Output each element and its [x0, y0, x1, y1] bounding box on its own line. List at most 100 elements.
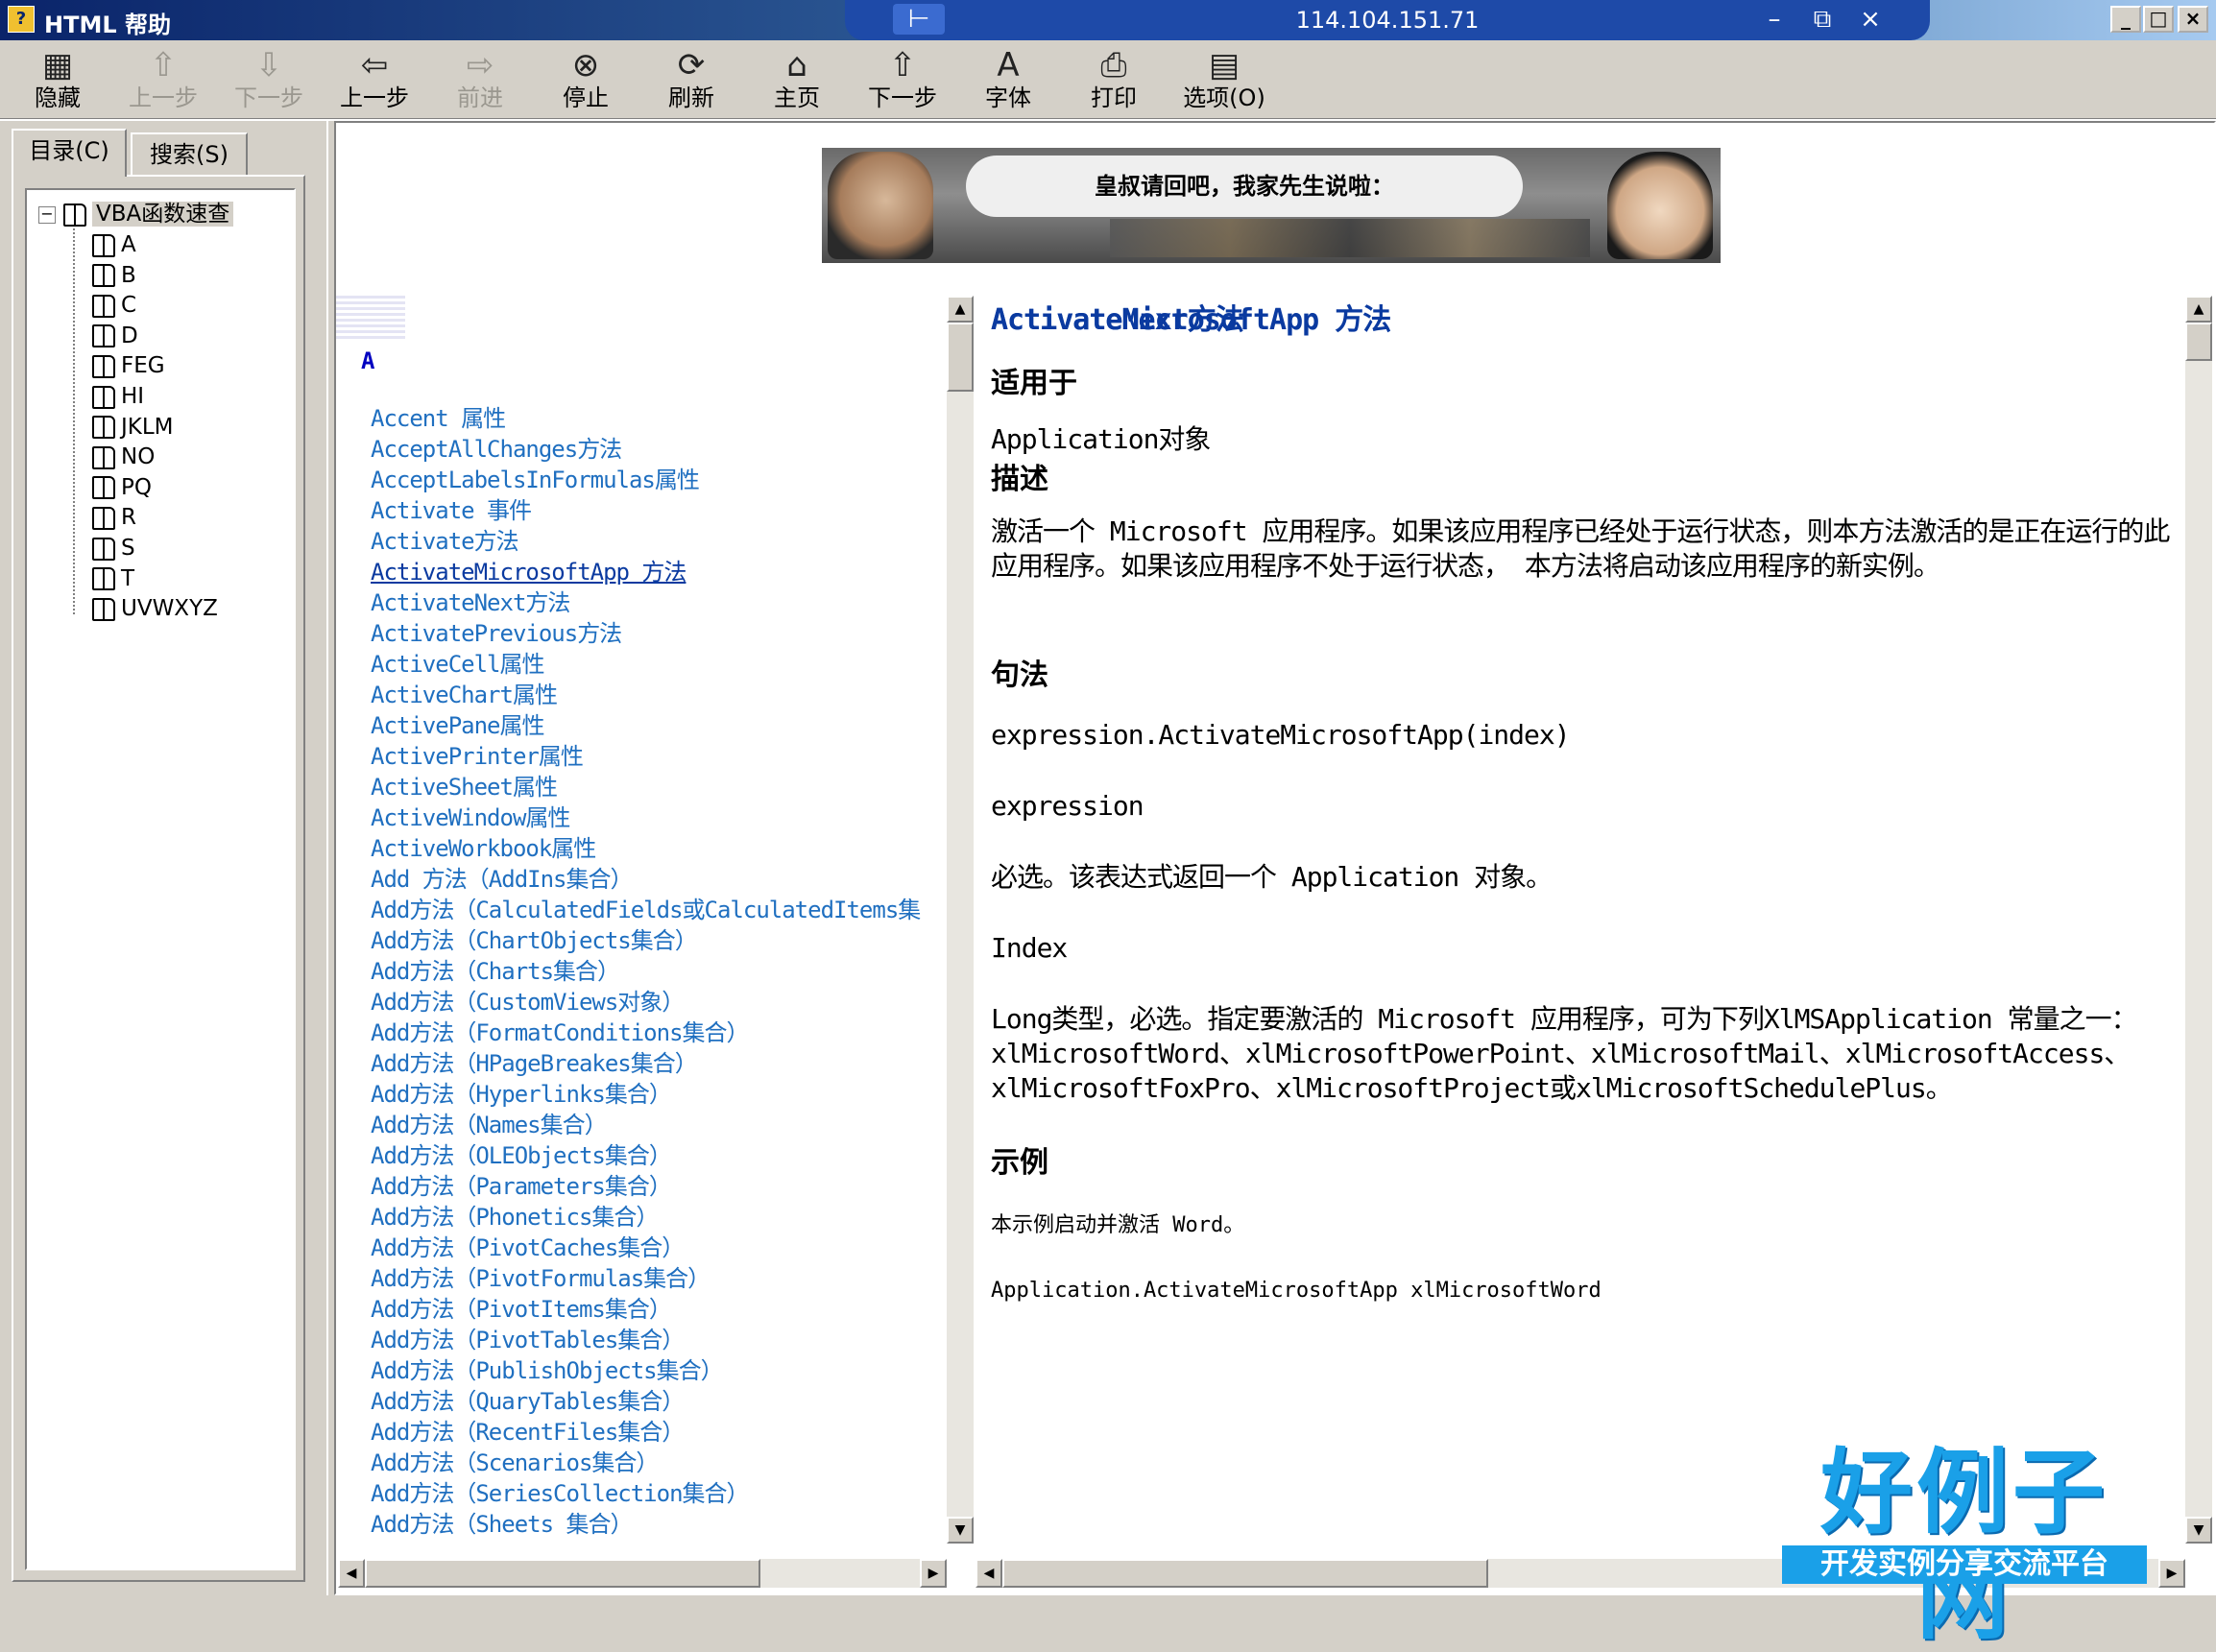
- index-link[interactable]: Add方法（PivotFormulas集合）: [371, 1265, 711, 1292]
- index-link[interactable]: Add方法（Names集合）: [371, 1112, 608, 1138]
- index-link[interactable]: Add方法（CalculatedFields或CalculatedItems集: [371, 897, 921, 923]
- index-link[interactable]: Add 方法（AddIns集合）: [371, 866, 633, 893]
- index-link[interactable]: Add方法（PivotCaches集合）: [371, 1234, 685, 1261]
- forward-button[interactable]: ⇨ 前进: [432, 46, 528, 115]
- pane-splitter[interactable]: [326, 121, 334, 1595]
- index-link[interactable]: Accent 属性: [371, 405, 506, 432]
- index-link[interactable]: Add方法（Scenarios集合）: [371, 1449, 659, 1476]
- hide-button[interactable]: ▦ 隐藏: [10, 46, 106, 115]
- tree-node[interactable]: R: [92, 503, 136, 532]
- rdp-close-button[interactable]: ×: [1853, 2, 1888, 36]
- index-link[interactable]: ActiveWorkbook属性: [371, 835, 596, 862]
- refresh-button[interactable]: ⟳ 刷新: [643, 46, 739, 115]
- index-link[interactable]: Add方法（ChartObjects集合）: [371, 927, 698, 954]
- rdp-restore-button[interactable]: ⧉: [1805, 2, 1840, 36]
- tree-node[interactable]: C: [92, 291, 136, 320]
- close-button[interactable]: ×: [2178, 6, 2208, 33]
- up-next-icon: ⇧: [888, 46, 917, 84]
- rdp-minimize-button[interactable]: –: [1757, 2, 1792, 36]
- home-button[interactable]: ⌂ 主页: [749, 46, 845, 115]
- scroll-up-arrow-icon[interactable]: ▲: [947, 296, 974, 323]
- topic-hscroll-thumb[interactable]: [1002, 1559, 1488, 1588]
- tree-node[interactable]: UVWXYZ: [92, 594, 218, 623]
- index-link[interactable]: Add方法（PublishObjects集合）: [371, 1357, 724, 1384]
- scroll-right-arrow-icon[interactable]: ▶: [2158, 1559, 2185, 1588]
- index-link[interactable]: Add方法（Parameters集合）: [371, 1173, 672, 1200]
- param-expression-name: expression: [991, 790, 1144, 822]
- tree-node[interactable]: NO: [92, 443, 155, 471]
- tree-root-node[interactable]: − VBA函数速查: [38, 200, 234, 228]
- index-hscroll-thumb[interactable]: [365, 1559, 760, 1588]
- tree-node[interactable]: A: [92, 230, 136, 259]
- tree-node[interactable]: HI: [92, 382, 144, 411]
- next-topic-title[interactable]: ActivateNext方法: [991, 296, 1244, 338]
- scroll-left-arrow-icon[interactable]: ◀: [338, 1559, 365, 1588]
- index-link[interactable]: Add方法（PivotItems集合）: [371, 1296, 672, 1323]
- index-list-item: ActivePane属性: [371, 710, 962, 741]
- print-button[interactable]: ⎙ 打印: [1066, 46, 1162, 115]
- tab-search[interactable]: 搜索(S): [131, 132, 248, 177]
- tree-node[interactable]: FEG: [92, 351, 165, 380]
- index-link[interactable]: Add方法（Hyperlinks集合）: [371, 1081, 672, 1108]
- index-link[interactable]: Add方法（OLEObjects集合）: [371, 1142, 672, 1169]
- index-vscroll-thumb[interactable]: [947, 323, 974, 392]
- tree-node[interactable]: PQ: [92, 473, 152, 502]
- index-link[interactable]: ActivatePrevious方法: [371, 620, 622, 647]
- index-list-item: ActiveWindow属性: [371, 802, 962, 833]
- font-button[interactable]: A 字体: [960, 46, 1056, 115]
- tree-node[interactable]: T: [92, 564, 134, 593]
- collapse-icon[interactable]: −: [38, 205, 56, 224]
- scroll-down-arrow-icon[interactable]: ▼: [2185, 1517, 2212, 1544]
- index-link[interactable]: Add方法（Phonetics集合）: [371, 1204, 659, 1231]
- tree-node[interactable]: JKLM: [92, 413, 174, 442]
- tree-node-label: S: [121, 536, 135, 561]
- index-list-item: Add方法（Charts集合）: [371, 956, 962, 987]
- index-link[interactable]: ActivateMicrosoftApp 方法: [371, 559, 686, 586]
- index-link[interactable]: ActiveChart属性: [371, 682, 558, 708]
- index-link[interactable]: Add方法（SeriesCollection集合）: [371, 1480, 750, 1507]
- index-link[interactable]: ActivePane属性: [371, 712, 544, 739]
- index-vscrollbar[interactable]: ▲ ▼: [947, 296, 974, 1544]
- index-link[interactable]: Activate方法: [371, 528, 519, 555]
- index-link[interactable]: AcceptLabelsInFormulas属性: [371, 467, 700, 493]
- index-link[interactable]: Activate 事件: [371, 497, 532, 524]
- index-link[interactable]: Add方法（Sheets 集合）: [371, 1511, 633, 1538]
- index-link[interactable]: Add方法（PivotTables集合）: [371, 1327, 685, 1353]
- back-label: 上一步: [340, 84, 409, 111]
- next-step-button[interactable]: ⇧ 下一步: [855, 46, 951, 115]
- tree-node[interactable]: D: [92, 322, 138, 350]
- topic-vscroll-thumb[interactable]: [2185, 323, 2212, 361]
- tree-node[interactable]: B: [92, 261, 136, 290]
- back-button[interactable]: ⇦ 上一步: [326, 46, 422, 115]
- index-link[interactable]: Add方法（HPageBreakes集合）: [371, 1050, 698, 1077]
- closed-book-icon: [92, 476, 115, 500]
- stop-button[interactable]: ⊗ 停止: [538, 46, 634, 115]
- scroll-left-arrow-icon[interactable]: ◀: [976, 1559, 1002, 1588]
- index-link[interactable]: AcceptAllChanges方法: [371, 436, 622, 463]
- index-link[interactable]: ActivePrinter属性: [371, 743, 584, 770]
- index-link[interactable]: Add方法（FormatConditions集合）: [371, 1019, 750, 1046]
- topic-vscrollbar[interactable]: ▲ ▼: [2185, 296, 2212, 1544]
- scroll-right-arrow-icon[interactable]: ▶: [920, 1559, 947, 1588]
- print-icon: ⎙: [1100, 46, 1127, 84]
- prev-topic-button[interactable]: ⇧ 上一步: [115, 46, 211, 115]
- index-link[interactable]: ActivateNext方法: [371, 589, 570, 616]
- scroll-up-arrow-icon[interactable]: ▲: [2185, 296, 2212, 323]
- minimize-button[interactable]: _: [2110, 6, 2141, 33]
- tab-contents[interactable]: 目录(C): [12, 129, 127, 177]
- index-hscrollbar[interactable]: ◀ ▶: [338, 1559, 947, 1588]
- index-link[interactable]: Add方法（QuaryTables集合）: [371, 1388, 685, 1415]
- index-link[interactable]: ActiveCell属性: [371, 651, 544, 678]
- index-list-item: Add方法（SeriesCollection集合）: [371, 1478, 962, 1509]
- index-link[interactable]: ActiveSheet属性: [371, 774, 558, 801]
- next-topic-button[interactable]: ⇩ 下一步: [221, 46, 317, 115]
- maximize-button[interactable]: □: [2143, 6, 2174, 33]
- options-button[interactable]: ▤ 选项(O): [1171, 46, 1277, 115]
- index-link[interactable]: ActiveWindow属性: [371, 804, 570, 831]
- index-link[interactable]: Add方法（CustomViews对象）: [371, 989, 685, 1016]
- index-link[interactable]: Add方法（RecentFiles集合）: [371, 1419, 685, 1446]
- tree-node[interactable]: S: [92, 534, 135, 563]
- index-list-item: Add方法（PivotFormulas集合）: [371, 1263, 962, 1294]
- index-link[interactable]: Add方法（Charts集合）: [371, 958, 620, 985]
- scroll-down-arrow-icon[interactable]: ▼: [947, 1517, 974, 1544]
